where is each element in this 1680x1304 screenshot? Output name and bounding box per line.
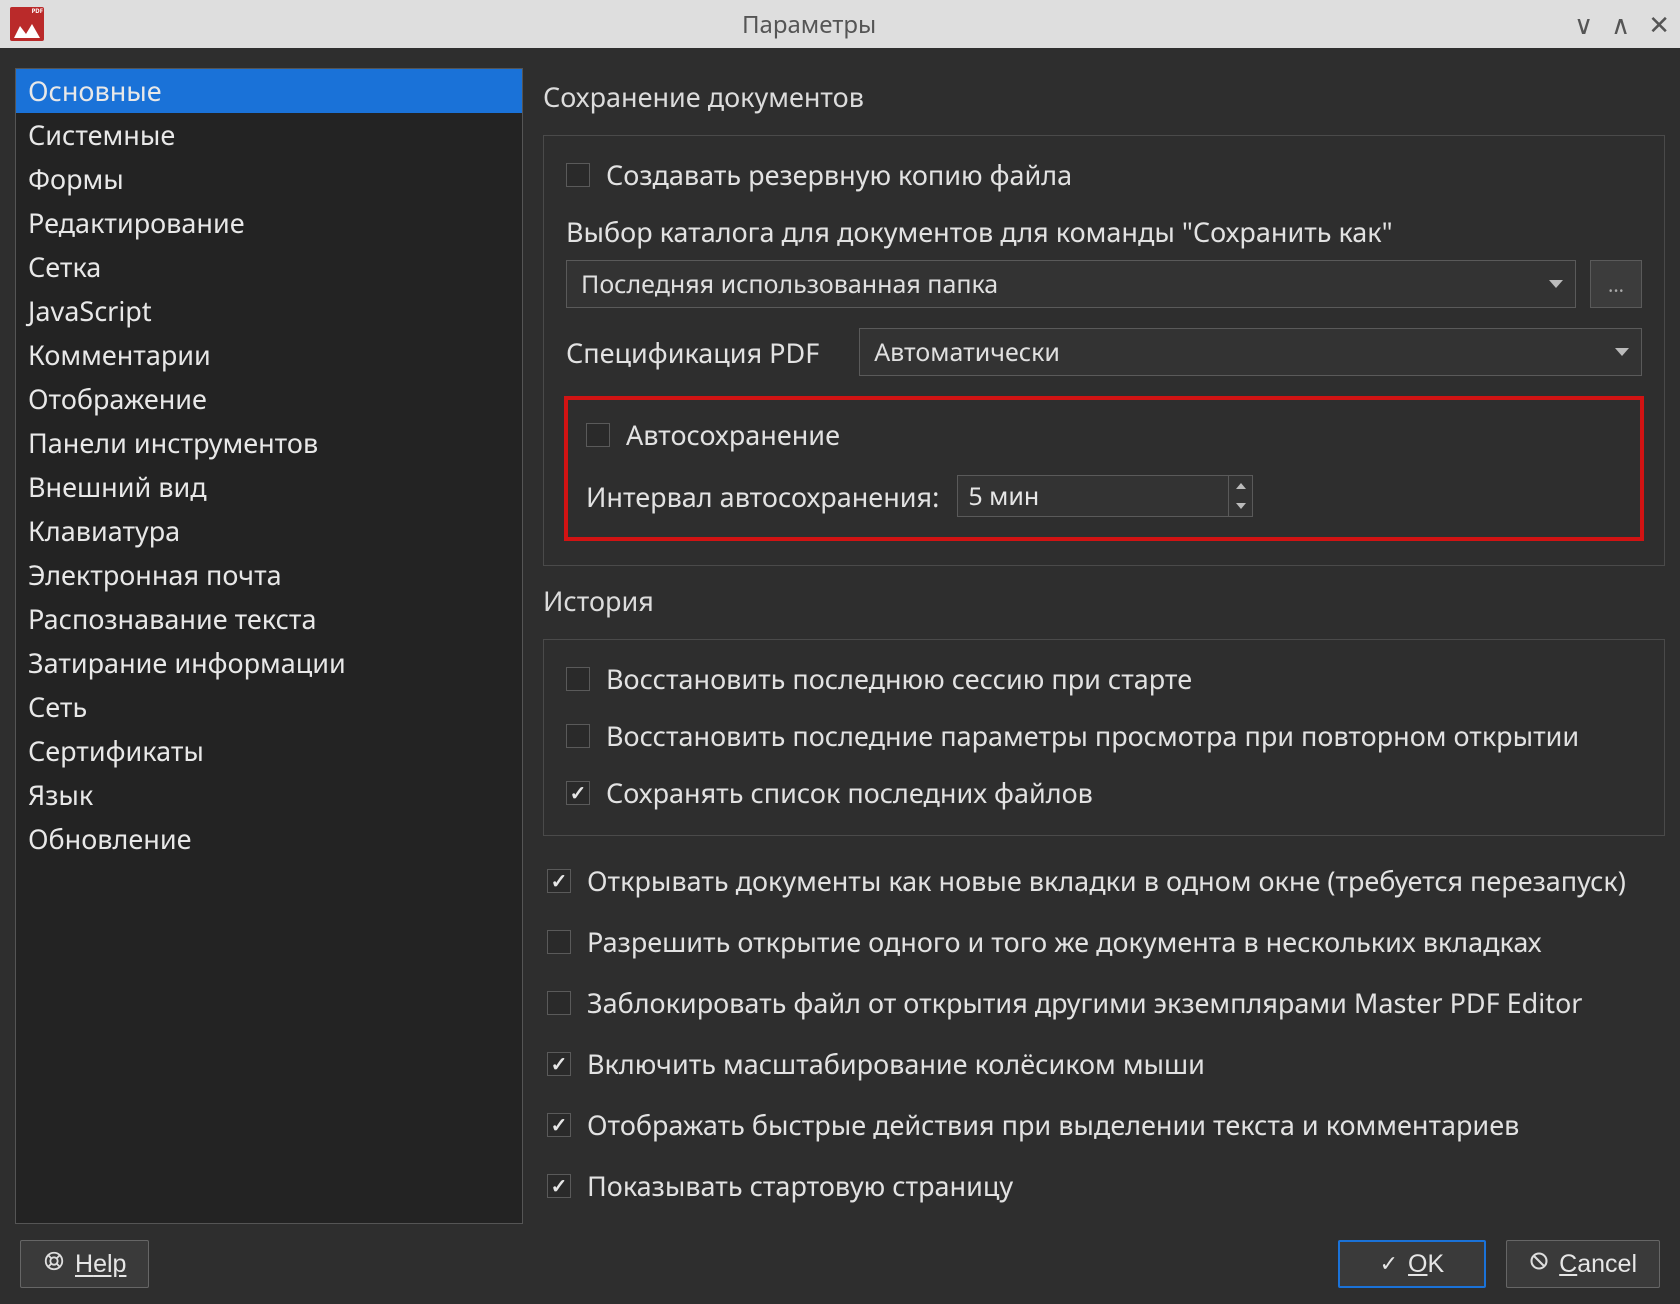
ok-button[interactable]: ✓ OK xyxy=(1338,1240,1487,1288)
pdf-spec-label: Спецификация PDF xyxy=(566,334,819,371)
checkbox-icon xyxy=(566,781,590,805)
help-button[interactable]: Help xyxy=(20,1240,149,1288)
checkbox-icon xyxy=(547,930,571,954)
autosave-checkbox[interactable]: Автосохранение xyxy=(586,416,1622,453)
spinner-up-icon[interactable] xyxy=(1229,476,1252,496)
backup-copy-checkbox[interactable]: Создавать резервную копию файла xyxy=(566,156,1642,193)
autosave-highlight: Автосохранение Интервал автосохранения: … xyxy=(564,396,1644,541)
sidebar-item-17[interactable]: Обновление xyxy=(16,817,522,861)
quick-actions-checkbox[interactable]: Отображать быстрые действия при выделени… xyxy=(547,1106,1665,1143)
main-panel: Сохранение документов Создавать резервну… xyxy=(543,68,1665,1224)
window-title: Параметры xyxy=(44,8,1574,41)
open-as-tabs-label: Открывать документы как новые вкладки в … xyxy=(587,862,1626,899)
spinner-down-icon[interactable] xyxy=(1229,496,1252,516)
sidebar-item-11[interactable]: Электронная почта xyxy=(16,553,522,597)
checkbox-icon xyxy=(547,1113,571,1137)
sidebar-item-9[interactable]: Внешний вид xyxy=(16,465,522,509)
wheel-zoom-checkbox[interactable]: Включить масштабирование колёсиком мыши xyxy=(547,1045,1665,1082)
sidebar-item-4[interactable]: Сетка xyxy=(16,245,522,289)
group-save: Создавать резервную копию файла Выбор ка… xyxy=(543,135,1665,566)
sidebar-item-2[interactable]: Формы xyxy=(16,157,522,201)
check-icon: ✓ xyxy=(1380,1251,1398,1277)
sidebar-item-7[interactable]: Отображение xyxy=(16,377,522,421)
ok-button-label: OK xyxy=(1408,1250,1444,1279)
sidebar-item-14[interactable]: Сеть xyxy=(16,685,522,729)
allow-same-doc-label: Разрешить открытие одного и того же доку… xyxy=(587,923,1542,960)
sidebar-item-12[interactable]: Распознавание текста xyxy=(16,597,522,641)
checkbox-icon xyxy=(586,423,610,447)
sidebar-item-8[interactable]: Панели инструментов xyxy=(16,421,522,465)
chevron-down-icon xyxy=(1549,280,1563,288)
allow-same-doc-checkbox[interactable]: Разрешить открытие одного и того же доку… xyxy=(547,923,1665,960)
autosave-interval-label: Интервал автосохранения: xyxy=(586,478,939,515)
minimize-icon[interactable]: ∨ xyxy=(1574,11,1593,37)
show-start-label: Показывать стартовую страницу xyxy=(587,1167,1013,1204)
restore-session-checkbox[interactable]: Восстановить последнюю сессию при старте xyxy=(566,660,1642,697)
save-recent-label: Сохранять список последних файлов xyxy=(606,774,1093,811)
checkbox-icon xyxy=(547,869,571,893)
autosave-label: Автосохранение xyxy=(626,416,840,453)
help-icon xyxy=(43,1250,65,1278)
checkbox-icon xyxy=(566,163,590,187)
cancel-button[interactable]: Cancel xyxy=(1506,1240,1660,1288)
restore-view-label: Восстановить последние параметры просмот… xyxy=(606,717,1579,754)
section-title-history: История xyxy=(543,582,1665,619)
lock-file-label: Заблокировать файл от открытия другими э… xyxy=(587,984,1582,1021)
restore-session-label: Восстановить последнюю сессию при старте xyxy=(606,660,1192,697)
backup-copy-label: Создавать резервную копию файла xyxy=(606,156,1072,193)
restore-view-checkbox[interactable]: Восстановить последние параметры просмот… xyxy=(566,717,1642,754)
sidebar-item-0[interactable]: Основные xyxy=(16,69,522,113)
sidebar: ОсновныеСистемныеФормыРедактированиеСетк… xyxy=(15,68,523,1224)
sidebar-item-6[interactable]: Комментарии xyxy=(16,333,522,377)
close-icon[interactable]: ✕ xyxy=(1648,11,1670,37)
titlebar: Параметры ∨ ∧ ✕ xyxy=(0,0,1680,48)
saveas-folder-select[interactable]: Последняя использованная папка xyxy=(566,260,1576,308)
checkbox-icon xyxy=(547,1174,571,1198)
sidebar-item-10[interactable]: Клавиатура xyxy=(16,509,522,553)
help-button-label: Help xyxy=(75,1250,126,1279)
browse-button[interactable]: ... xyxy=(1590,260,1642,308)
show-start-checkbox[interactable]: Показывать стартовую страницу xyxy=(547,1167,1665,1204)
pdf-spec-value: Автоматически xyxy=(874,335,1060,369)
checkbox-icon xyxy=(566,667,590,691)
maximize-icon[interactable]: ∧ xyxy=(1611,11,1630,37)
open-as-tabs-checkbox[interactable]: Открывать документы как новые вкладки в … xyxy=(547,862,1665,899)
save-recent-checkbox[interactable]: Сохранять список последних файлов xyxy=(566,774,1642,811)
checkbox-icon xyxy=(547,1052,571,1076)
quick-actions-label: Отображать быстрые действия при выделени… xyxy=(587,1106,1519,1143)
sidebar-item-16[interactable]: Язык xyxy=(16,773,522,817)
saveas-folder-value: Последняя использованная папка xyxy=(581,267,998,301)
chevron-down-icon xyxy=(1615,348,1629,356)
wheel-zoom-label: Включить масштабирование колёсиком мыши xyxy=(587,1045,1205,1082)
button-bar: Help ✓ OK Cancel xyxy=(0,1234,1680,1304)
app-icon xyxy=(10,7,44,41)
sidebar-item-1[interactable]: Системные xyxy=(16,113,522,157)
sidebar-item-13[interactable]: Затирание информации xyxy=(16,641,522,685)
sidebar-item-15[interactable]: Сертификаты xyxy=(16,729,522,773)
pdf-spec-select[interactable]: Автоматически xyxy=(859,328,1642,376)
misc-options: Открывать документы как новые вкладки в … xyxy=(543,862,1665,1204)
cancel-icon xyxy=(1529,1251,1549,1277)
sidebar-item-3[interactable]: Редактирование xyxy=(16,201,522,245)
section-title-save: Сохранение документов xyxy=(543,78,1665,115)
checkbox-icon xyxy=(547,991,571,1015)
saveas-folder-label: Выбор каталога для документов для команд… xyxy=(566,213,1642,250)
checkbox-icon xyxy=(566,724,590,748)
sidebar-item-5[interactable]: JavaScript xyxy=(16,289,522,333)
autosave-interval-spinner[interactable]: 5 мин xyxy=(957,475,1253,517)
autosave-interval-value: 5 мин xyxy=(968,479,1039,513)
cancel-button-label: Cancel xyxy=(1559,1250,1637,1279)
lock-file-checkbox[interactable]: Заблокировать файл от открытия другими э… xyxy=(547,984,1665,1021)
group-history: Восстановить последнюю сессию при старте… xyxy=(543,639,1665,836)
